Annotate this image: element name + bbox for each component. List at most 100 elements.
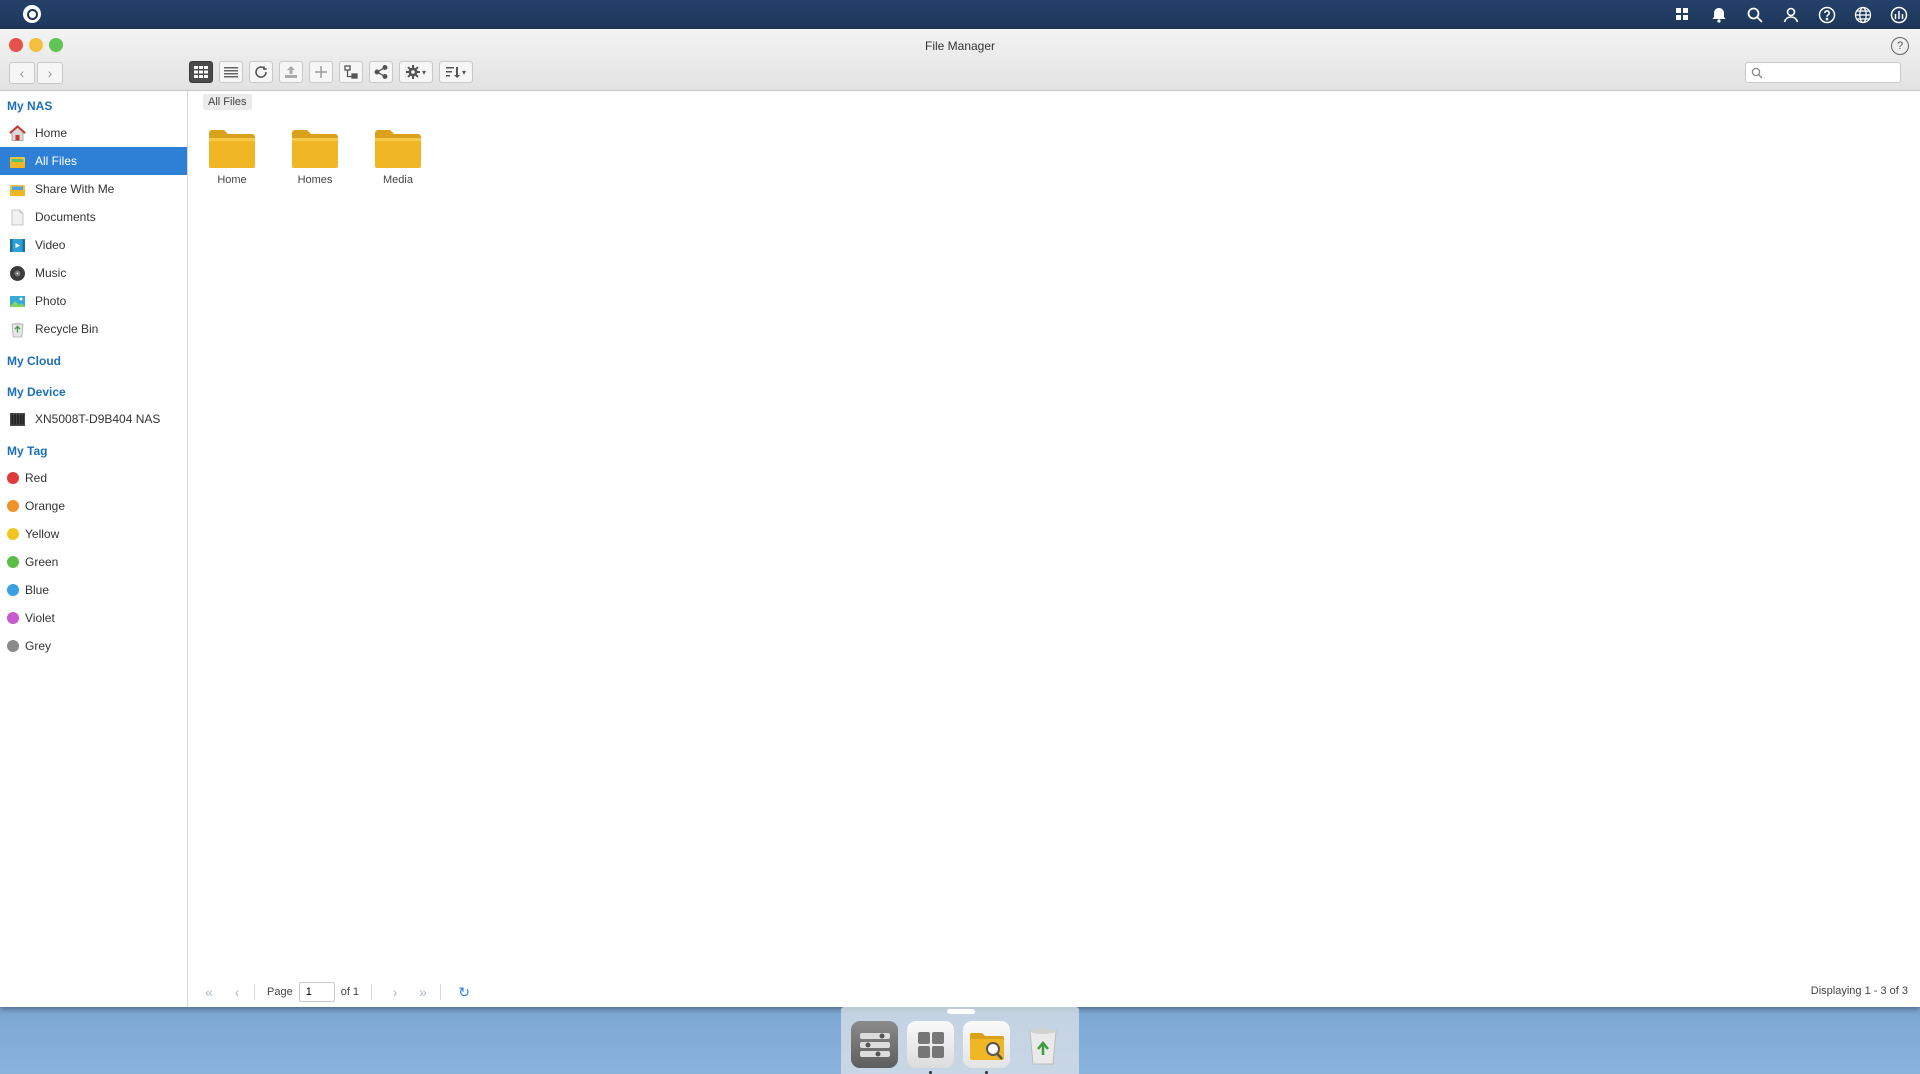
- share-folder-icon: [9, 181, 26, 198]
- search-icon[interactable]: [1742, 2, 1768, 28]
- tag-item-red[interactable]: Red: [0, 464, 187, 492]
- trash-recycle-icon: [1028, 1027, 1057, 1064]
- app-dock: [841, 1007, 1079, 1074]
- page-count-label: of 1: [340, 986, 360, 998]
- tag-label: Green: [25, 555, 59, 569]
- nas-device-icon: [9, 411, 26, 428]
- help-circle-icon[interactable]: [1814, 2, 1840, 28]
- list-view-button[interactable]: [219, 61, 243, 83]
- page-number-input[interactable]: [298, 982, 335, 1002]
- dashboard-gauge-icon[interactable]: [1886, 2, 1912, 28]
- forward-button[interactable]: ›: [37, 62, 63, 84]
- divider: [254, 984, 255, 1000]
- last-page-button[interactable]: »: [412, 981, 434, 1003]
- tag-color-dot: [7, 640, 19, 652]
- all-files-icon: [9, 153, 26, 170]
- apps-grid-icon[interactable]: [1670, 2, 1696, 28]
- pagination-bar: « ‹ Page of 1 › » ↻ Displaying 1 - 3 of …: [188, 977, 1920, 1007]
- control-panel-icon: [859, 1032, 890, 1057]
- tag-label: Blue: [25, 583, 50, 597]
- tag-item-orange[interactable]: Orange: [0, 492, 187, 520]
- prev-page-button[interactable]: ‹: [226, 981, 248, 1003]
- settings-button[interactable]: ▾: [399, 61, 433, 83]
- search-icon: [1751, 67, 1763, 79]
- help-button[interactable]: ?: [1891, 37, 1909, 55]
- search-input[interactable]: [1766, 64, 1900, 83]
- dock-app-file-manager[interactable]: [963, 1021, 1010, 1074]
- create-button[interactable]: [309, 61, 333, 83]
- section-heading-my-tag[interactable]: My Tag: [0, 436, 187, 464]
- share-button[interactable]: [369, 61, 393, 83]
- tag-color-dot: [7, 556, 19, 568]
- sidebar-item-recycle-bin[interactable]: Recycle Bin: [0, 315, 187, 343]
- dock-app-control-panel[interactable]: [851, 1021, 898, 1068]
- first-page-button[interactable]: «: [198, 981, 220, 1003]
- qnap-logo-icon[interactable]: [23, 5, 41, 23]
- sidebar-item-documents[interactable]: Documents: [0, 203, 187, 231]
- photo-icon: [9, 293, 26, 310]
- search-field[interactable]: [1745, 62, 1901, 83]
- share-icon: [374, 65, 388, 79]
- notification-bell-icon[interactable]: [1706, 2, 1732, 28]
- tag-item-yellow[interactable]: Yellow: [0, 520, 187, 548]
- user-icon[interactable]: [1778, 2, 1804, 28]
- history-nav: ‹ ›: [9, 62, 63, 84]
- folder-item-home[interactable]: Home: [203, 125, 261, 186]
- sidebar-item-label: Video: [35, 238, 66, 252]
- page-label: Page: [267, 986, 293, 998]
- tag-color-dot: [7, 612, 19, 624]
- chevron-down-icon: ▾: [421, 67, 426, 77]
- file-manager-window: File Manager ? ‹ › ▾ ▾ My NAS Home All F…: [0, 29, 1920, 1007]
- sidebar-item-video[interactable]: Video: [0, 231, 187, 259]
- tag-item-blue[interactable]: Blue: [0, 576, 187, 604]
- language-globe-icon[interactable]: [1850, 2, 1876, 28]
- upload-button[interactable]: [279, 61, 303, 83]
- refresh-icon[interactable]: ↻: [453, 981, 475, 1003]
- upload-icon: [285, 66, 297, 78]
- tag-color-dot: [7, 584, 19, 596]
- grid-view-button[interactable]: [189, 61, 213, 83]
- tag-label: Violet: [25, 611, 55, 625]
- gear-icon: [405, 65, 420, 79]
- tag-item-grey[interactable]: Grey: [0, 632, 187, 660]
- tag-item-violet[interactable]: Violet: [0, 604, 187, 632]
- dock-handle[interactable]: [947, 1009, 975, 1014]
- file-name: Media: [383, 174, 413, 186]
- tag-label: Yellow: [25, 527, 60, 541]
- back-button[interactable]: ‹: [9, 62, 35, 84]
- folder-item-homes[interactable]: Homes: [286, 125, 344, 186]
- sidebar-item-label: Photo: [35, 294, 67, 308]
- section-heading-my-cloud[interactable]: My Cloud: [0, 346, 187, 374]
- breadcrumb[interactable]: All Files: [203, 94, 252, 110]
- system-bar: [0, 0, 1920, 29]
- tag-color-dot: [7, 528, 19, 540]
- dock-app-recycle-bin[interactable]: [1019, 1021, 1066, 1068]
- chevron-down-icon: ▾: [461, 67, 466, 77]
- next-page-button[interactable]: ›: [384, 981, 406, 1003]
- sidebar-item-photo[interactable]: Photo: [0, 287, 187, 315]
- sidebar-item-nas-device[interactable]: XN5008T-D9B404 NAS: [0, 405, 187, 433]
- sidebar-item-music[interactable]: Music: [0, 259, 187, 287]
- refresh-button[interactable]: [249, 61, 273, 83]
- music-icon: [9, 265, 26, 282]
- folder-item-media[interactable]: Media: [369, 125, 427, 186]
- refresh-icon: [255, 66, 267, 78]
- remote-mount-icon: [344, 65, 358, 79]
- sidebar-item-all-files[interactable]: All Files: [0, 147, 187, 175]
- sidebar-item-share-with-me[interactable]: Share With Me: [0, 175, 187, 203]
- divider: [440, 984, 442, 1000]
- window-title: File Manager: [924, 39, 996, 53]
- file-manager-icon: [969, 1032, 1004, 1060]
- sidebar-item-label: All Files: [35, 154, 78, 168]
- remote-mount-button[interactable]: [339, 61, 363, 83]
- tag-item-green[interactable]: Green: [0, 548, 187, 576]
- sort-button[interactable]: ▾: [439, 61, 473, 83]
- tag-color-dot: [7, 472, 19, 484]
- sidebar-item-home[interactable]: Home: [0, 119, 187, 147]
- app-grid-icon: [917, 1031, 944, 1058]
- dock-app-main-menu[interactable]: [907, 1021, 954, 1074]
- tag-label: Red: [25, 471, 48, 485]
- plus-icon: [315, 66, 327, 78]
- section-heading-my-device[interactable]: My Device: [0, 377, 187, 405]
- section-heading-my-nas[interactable]: My NAS: [0, 91, 187, 119]
